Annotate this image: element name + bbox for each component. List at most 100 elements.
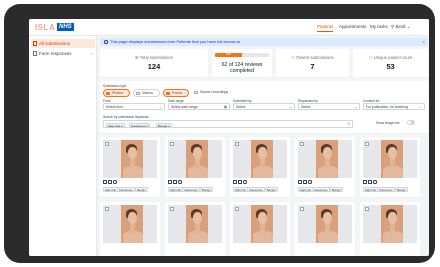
chip-label: Forms [172,91,183,95]
patient-portrait [251,205,273,243]
submission-photo[interactable] [103,205,157,243]
camera-icon [103,180,107,184]
chip-sound-recordings[interactable]: Sound recordings [192,89,237,97]
tag-label: Align risk [108,123,121,128]
select-checkbox[interactable] [365,207,369,211]
select-value: Select [236,105,246,109]
nav-appointments[interactable]: Appointments [339,24,367,29]
tablet-frame: ISLA NHS Patients Appointments My tasks … [4,4,435,263]
submission-card[interactable] [230,202,290,256]
select-checkbox[interactable] [170,207,174,211]
top-bar: ISLA NHS Patients Appointments My tasks … [29,19,429,36]
info-icon [104,40,108,44]
chevron-down-icon: ⌄ [289,105,292,109]
sidebar-item-all-submissions[interactable]: All submissions [31,39,95,48]
progress-text: 62 of 124 reviews completed [221,62,263,74]
card-tag: Cancerous [182,187,200,192]
submission-card[interactable] [165,202,225,256]
submission-card[interactable]: High risk Cancerous Benign [230,137,290,197]
card-tag: Benign [330,187,343,192]
chip-label: Videos [142,91,153,95]
submission-photo[interactable] [363,205,417,243]
submission-photo[interactable] [233,140,287,178]
stat-label: Total submissions [139,55,173,60]
consent-icon [308,180,312,184]
submission-card[interactable]: High risk Cancerous Benign [100,137,160,197]
consent-icon [243,180,247,184]
filters-panel: Submission type Photos Videos Forms Soun… [100,81,428,133]
checkbox-icon [106,91,110,96]
select-value: Select date range [171,105,198,109]
chevron-down-icon: ⌄ [159,105,162,109]
camera-icon [233,180,237,184]
date-range-select[interactable]: Select date range ▣ [168,103,230,110]
submission-photo[interactable] [168,140,222,178]
select-checkbox[interactable] [170,142,174,146]
submission-photo[interactable] [298,140,352,178]
isla-logo: ISLA [35,23,56,32]
requested-by-select[interactable]: Select ⌄ [298,103,360,110]
camera-icon [363,180,367,184]
search-icon[interactable]: ⌕ [347,121,350,126]
keyword-tag[interactable]: Benign × [156,122,172,128]
submission-card[interactable] [295,202,355,256]
submission-card[interactable] [360,202,420,256]
card-tag: Cancerous [117,187,135,192]
submission-card[interactable]: High risk Cancerous Benign [360,137,420,197]
select-checkbox[interactable] [235,142,239,146]
submission-type-label: Submission type [103,84,127,88]
submission-photo[interactable] [233,205,287,243]
patient-portrait [251,140,273,178]
keyword-tag[interactable]: Cancerous × [129,122,151,128]
banner-text: This page displays submissions from Pati… [110,39,242,44]
show-image-info-toggle[interactable] [407,120,415,125]
select-checkbox[interactable] [300,207,304,211]
document-icon [108,180,112,184]
document-icon [368,180,372,184]
document-icon [238,180,242,184]
nhs-badge: NHS [57,23,74,31]
sidebar-item-label: All submissions [39,41,71,46]
nav-my-tasks[interactable]: My tasks [370,24,388,29]
stat-value: 124 [147,62,161,71]
keyword-tag[interactable]: Align risk × [106,122,125,128]
nav-patients[interactable]: Patients [317,24,334,32]
select-checkbox[interactable] [105,207,109,211]
submission-card[interactable]: High risk Cancerous Benign [295,137,355,197]
select-checkbox[interactable] [365,142,369,146]
card-tag: High risk [168,187,183,192]
form-select[interactable]: Select form ⌄ [103,103,165,110]
stat-unique-patients: ⚇ Unique patient count 53 [353,49,428,77]
submission-photo[interactable] [298,205,352,243]
chip-forms[interactable]: Forms [163,89,189,97]
document-icon [303,180,307,184]
chevron-down-icon: ⌄ [419,105,422,109]
card-tag: High risk [233,187,248,192]
submission-card[interactable]: High risk Cancerous Benign [165,137,225,197]
patient-portrait [121,205,143,243]
close-icon[interactable]: × [423,38,425,46]
patient-portrait [381,140,403,178]
card-tag: Benign [265,187,278,192]
chevron-down-icon: ⌄ [405,24,411,29]
submission-card[interactable] [100,202,160,256]
consent-select[interactable]: For publication, for teaching ⌄ [363,103,425,110]
app-screen: ISLA NHS Patients Appointments My tasks … [29,19,429,256]
submission-photo[interactable] [168,205,222,243]
consent-icon [113,180,117,184]
submission-photo[interactable] [103,140,157,178]
chip-photos[interactable]: Photos [103,89,130,97]
chip-videos[interactable]: Videos [133,89,160,97]
sidebar-item-form-responses[interactable]: Form responses › [31,49,95,58]
document-icon [173,180,177,184]
patient-portrait [186,205,208,243]
calendar-icon: ▣ [223,105,227,109]
select-checkbox[interactable] [105,142,109,146]
patient-portrait [121,140,143,178]
user-menu[interactable]: ⚲ Bindi ⌄ [391,24,411,30]
keyword-search-input[interactable]: Align risk × Cancerous × Benign × ⌕ [103,120,353,128]
submitted-by-select[interactable]: Select ⌄ [233,103,295,110]
select-checkbox[interactable] [300,142,304,146]
submission-photo[interactable] [363,140,417,178]
select-checkbox[interactable] [235,207,239,211]
